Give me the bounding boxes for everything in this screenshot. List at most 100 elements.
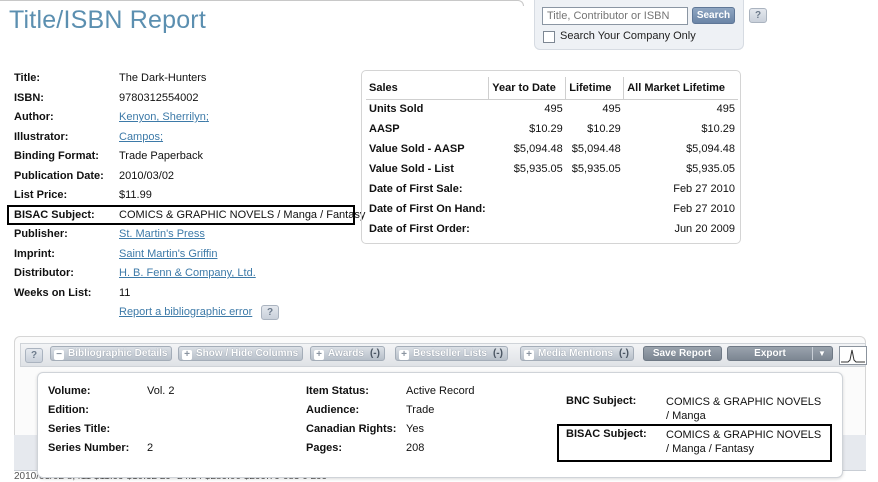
sales-row-label: Date of First Order: [369,223,470,235]
awards-label: Awards [328,348,364,359]
minus-icon: − [54,350,64,360]
sales-cell: $5,935.05 [686,163,735,175]
imprint-link[interactable]: Saint Martin's Griffin [119,248,217,260]
plus-icon: + [182,350,192,360]
table-row: Date of First Order: Jun 20 2009 [366,219,738,239]
bibliographic-details-button[interactable]: − Bibliographic Details [50,346,173,361]
illustrator-label: Illustrator: [14,131,69,143]
title-value: The Dark-Hunters [119,72,207,84]
sales-cell: Jun 20 2009 [674,223,735,235]
sparkline-icon [841,349,865,363]
weeks-value: 11 [119,287,131,299]
chevron-down-icon[interactable]: ▼ [813,347,831,360]
table-row: Value Sold - AASP $5,094.48 $5,094.48 $5… [366,139,738,159]
search-company-only-checkbox[interactable] [543,31,555,43]
show-hide-columns-button[interactable]: + Show / Hide Columns [178,346,304,361]
sales-cell [566,179,624,199]
sales-cell: 495 [602,103,621,116]
media-mentions-button[interactable]: + Media Mentions (-) [520,346,635,361]
bnc-subject-label: BNC Subject: [566,395,637,407]
sales-header-all-market: All Market Lifetime [623,77,738,100]
table-row: Value Sold - List $5,935.05 $5,935.05 $5… [366,159,738,179]
toolbar-help-icon[interactable]: ? [25,348,43,363]
sales-header-ytd: Year to Date [488,77,567,100]
sales-row-label: Units Sold [369,103,424,116]
weeks-label: Weeks on List: [14,287,92,299]
export-label: Export [754,348,786,359]
report-error-link[interactable]: Report a bibliographic error [119,306,252,318]
sales-cell [489,199,566,219]
sales-cell: $5,935.05 [571,163,621,175]
distributor-label: Distributor: [14,267,74,279]
sales-cell: 495 [716,103,735,116]
page-title: Title/ISBN Report [9,6,206,34]
imprint-label: Imprint: [14,248,55,260]
report-error-help-icon[interactable]: ? [261,305,279,320]
publisher-link[interactable]: St. Martin's Press [119,228,205,240]
volume-label: Volume: [48,385,91,397]
table-row: Date of First Sale: Feb 27 2010 [366,179,738,199]
bestseller-count: (-) [492,348,503,359]
search-company-only-label: Search Your Company Only [560,30,696,42]
isbn-label: ISBN: [14,92,44,104]
series-title-label: Series Title: [48,423,111,435]
pubdate-value: 2010/03/02 [119,170,175,182]
author-label: Author: [14,111,54,123]
item-status-label: Item Status: [306,385,369,397]
sales-row-label: AASP [369,123,400,135]
sales-cell: $5,935.05 [513,163,563,175]
sales-cell [566,219,624,239]
bibliographic-details-label: Bibliographic Details [68,348,168,359]
sales-cell: Feb 27 2010 [673,203,735,215]
sales-header-lifetime: Lifetime [565,77,625,100]
show-hide-columns-label: Show / Hide Columns [196,348,299,359]
sales-cell: $10.29 [587,123,621,135]
sales-row-label: Value Sold - List [369,163,454,175]
bestseller-lists-button[interactable]: + Bestseller Lists (-) [395,346,508,361]
table-row: AASP $10.29 $10.29 $10.29 [366,119,738,139]
sales-header-sales: Sales [366,77,490,100]
sales-panel: Sales Year to Date Lifetime All Market L… [361,70,741,244]
bestseller-lists-label: Bestseller Lists [413,348,487,359]
media-mentions-label: Media Mentions [538,348,614,359]
sales-row-label: Date of First On Hand: [369,203,486,215]
sales-cell: $10.29 [529,123,563,135]
bisac-subject-label: BISAC Subject: [566,428,647,440]
listprice-label: List Price: [14,189,68,201]
sales-cell: $5,094.48 [513,143,563,155]
table-row: Units Sold 495 495 495 [366,99,738,119]
pages-value: 208 [406,442,425,454]
table-row: Date of First On Hand: Feb 27 2010 [366,199,738,219]
awards-count: (-) [369,348,380,359]
series-number-label: Series Number: [48,442,130,454]
author-link[interactable]: Kenyon, Sherrilyn [119,111,206,123]
pubdate-label: Publication Date: [14,170,104,182]
illustrator-link[interactable]: Campos [119,131,160,143]
awards-button[interactable]: + Awards (-) [310,346,385,361]
sparkline-chart-icon[interactable] [839,346,867,365]
sales-cell: 495 [544,103,563,116]
sales-cell [489,179,566,199]
volume-value: Vol. 2 [147,385,175,397]
author-value: Kenyon, Sherrilyn; [119,111,209,123]
series-number-value: 2 [147,442,154,454]
canadian-rights-value: Yes [406,423,424,435]
export-button[interactable]: Export ▼ [727,346,833,361]
help-icon[interactable]: ? [749,8,767,23]
sales-cell [566,199,624,219]
sales-table: Sales Year to Date Lifetime All Market L… [366,77,738,239]
audience-label: Audience: [306,404,360,416]
sales-cell: Feb 27 2010 [673,183,735,195]
sales-cell: $5,094.48 [571,143,621,155]
bnc-subject-value: COMICS & GRAPHIC NOVELS / Manga [666,396,822,422]
search-button[interactable]: Search [692,7,735,24]
search-input[interactable] [542,7,688,25]
media-count: (-) [619,348,630,359]
save-report-button[interactable]: Save Report [643,346,722,361]
distributor-link[interactable]: H. B. Fenn & Company, Ltd. [119,267,256,279]
publisher-label: Publisher: [14,228,68,240]
sales-cell: $5,094.48 [686,143,735,155]
bisac-value: COMICS & GRAPHIC NOVELS / Manga / Fantas… [119,209,366,221]
bisac-subject-value: COMICS & GRAPHIC NOVELS / Manga / Fantas… [666,429,822,455]
binding-value: Trade Paperback [119,150,203,162]
